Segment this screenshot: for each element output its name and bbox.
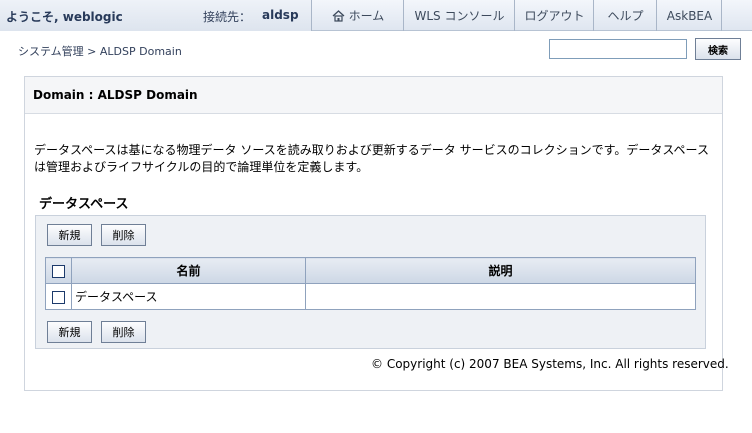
row-name-link[interactable]: データスペース xyxy=(71,283,306,310)
row-select-cell xyxy=(45,283,72,310)
nav-help[interactable]: ヘルプ xyxy=(595,0,657,31)
nav-home[interactable]: ホーム xyxy=(313,0,404,31)
panel-header: Domain : ALDSP Domain xyxy=(25,77,722,114)
panel-description: データスペースは基になる物理データ ソースを読み取りおよび更新するデータ サービ… xyxy=(34,143,709,174)
breadcrumb[interactable]: システム管理 > ALDSP Domain xyxy=(18,43,182,59)
search-input[interactable] xyxy=(549,39,687,59)
new-button-bottom[interactable]: 新規 xyxy=(47,321,92,343)
dataspace-table: 名前 説明 データスペース xyxy=(45,257,696,310)
search-button[interactable]: 検索 xyxy=(695,38,741,60)
new-button-top[interactable]: 新規 xyxy=(47,224,92,246)
top-bar: ようこそ, weblogic 接続先： aldsp ホーム WLS コンソール … xyxy=(0,0,752,31)
domain-panel: Domain : ALDSP Domain データスペースは基になる物理データ … xyxy=(24,76,729,391)
delete-button-top[interactable]: 削除 xyxy=(101,224,146,246)
delete-button-bottom[interactable]: 削除 xyxy=(101,321,146,343)
copyright-text: © Copyright (c) 2007 BEA Systems, Inc. A… xyxy=(371,357,729,371)
section-title: データスペース xyxy=(39,197,129,212)
table-header-row: 名前 説明 xyxy=(45,257,696,284)
row-description xyxy=(305,283,696,310)
select-all-cell xyxy=(45,257,72,284)
welcome-area: ようこそ, weblogic 接続先： aldsp xyxy=(0,0,312,31)
home-icon xyxy=(332,9,345,22)
column-header-description[interactable]: 説明 xyxy=(305,257,696,284)
nav-logout[interactable]: ログアウト xyxy=(516,0,594,31)
row-checkbox[interactable] xyxy=(52,290,65,304)
dataspace-table-box: 新規 削除 名前 説明 データスペース 新規 削除 xyxy=(35,215,706,349)
panel-title: Domain : ALDSP Domain xyxy=(33,88,198,102)
select-all-checkbox[interactable] xyxy=(52,264,65,278)
connection-domain: aldsp xyxy=(262,8,299,22)
nav-home-label: ホーム xyxy=(348,9,385,23)
nav-wls-console[interactable]: WLS コンソール xyxy=(405,0,515,31)
table-row: データスペース xyxy=(45,283,696,310)
column-header-name[interactable]: 名前 xyxy=(71,257,306,284)
connection-label: 接続先： xyxy=(203,10,252,24)
nav-askbea[interactable]: AskBEA xyxy=(658,0,722,31)
welcome-text: ようこそ, weblogic xyxy=(6,10,123,24)
